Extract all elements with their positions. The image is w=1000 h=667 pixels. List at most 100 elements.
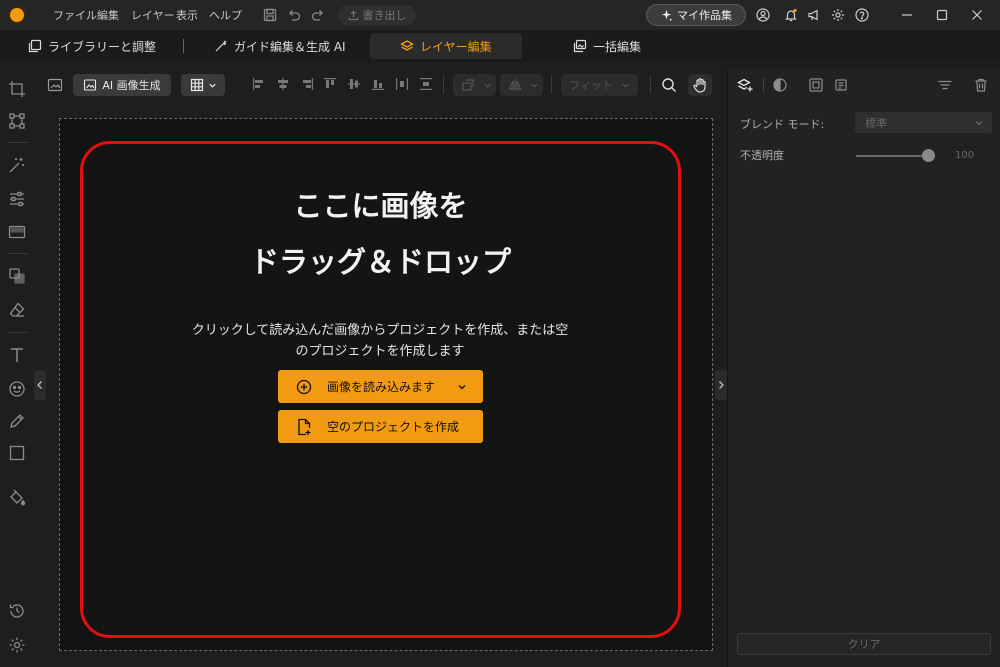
menu-edit[interactable]: 編集 — [97, 7, 119, 23]
rectangle-icon[interactable] — [8, 444, 26, 462]
opacity-slider-handle[interactable] — [922, 149, 935, 162]
menu-help[interactable]: ヘルプ — [209, 7, 242, 23]
adjust-icon[interactable] — [8, 190, 26, 208]
help-icon[interactable] — [855, 8, 869, 22]
undo-icon[interactable] — [286, 7, 302, 23]
crop-icon[interactable] — [8, 80, 26, 98]
arrange-dropdown[interactable] — [453, 74, 496, 96]
load-image-label: 画像を読み込みます — [327, 380, 436, 394]
drop-title-line2: ドラッグ＆ドロップ — [249, 245, 511, 279]
load-image-button[interactable]: 画像を読み込みます — [278, 370, 483, 403]
clear-button[interactable]: クリア — [737, 633, 991, 655]
magic-wand-icon[interactable] — [8, 156, 26, 174]
toolbar-separator — [551, 76, 552, 94]
panel-separator — [763, 78, 764, 92]
clear-label: クリア — [847, 638, 881, 651]
align-center-v-icon[interactable] — [347, 77, 361, 91]
tab-divider — [183, 39, 184, 53]
ai-image-generate-button[interactable]: AI 画像生成 — [73, 74, 171, 96]
batch-icon — [573, 39, 587, 53]
distribute-v-icon[interactable] — [419, 77, 433, 91]
menu-file[interactable]: ファイル — [53, 7, 97, 23]
hand-icon[interactable] — [688, 74, 712, 96]
drop-description-line1: クリックして読み込んだ画像からプロジェクトを作成、または空 — [191, 323, 569, 338]
grid-dropdown-button[interactable] — [181, 74, 225, 96]
export-label: 書き出し — [362, 9, 407, 22]
gear-icon[interactable] — [831, 8, 845, 22]
tab-library-label: ライブラリーと調整 — [48, 39, 157, 54]
align-center-h-icon[interactable] — [276, 77, 290, 91]
chevron-down-icon — [208, 83, 216, 88]
chevron-down-icon — [484, 83, 491, 88]
chevron-down-icon — [458, 384, 466, 389]
tab-layer-edit[interactable]: レイヤー編集 — [370, 33, 522, 59]
tool-separator — [7, 332, 27, 333]
menu-layer[interactable]: レイヤー — [131, 7, 175, 23]
my-works-button[interactable]: マイ作品集 — [646, 4, 746, 26]
my-works-label: マイ作品集 — [677, 9, 732, 22]
drop-title-line1: ここに画像を — [293, 189, 468, 223]
layer-style-icon[interactable] — [808, 77, 824, 93]
account-icon[interactable] — [756, 8, 770, 22]
maximize-icon[interactable] — [935, 8, 949, 22]
align-top-icon[interactable] — [323, 77, 337, 91]
flip-icon — [508, 79, 522, 91]
layers-icon — [400, 40, 414, 51]
layers-add-icon[interactable] — [737, 77, 753, 93]
opacity-label: 不透明度 — [740, 149, 784, 162]
text-icon[interactable] — [8, 346, 26, 364]
align-right-icon[interactable] — [300, 77, 314, 91]
settings-icon[interactable] — [8, 636, 26, 654]
opacity-slider-track[interactable] — [856, 155, 928, 157]
megaphone-icon[interactable] — [807, 8, 821, 22]
new-file-icon — [298, 418, 311, 435]
image-frame-icon[interactable] — [46, 74, 64, 96]
mask-icon[interactable] — [772, 77, 788, 93]
align-bottom-icon[interactable] — [371, 77, 385, 91]
eraser-icon[interactable] — [8, 301, 26, 319]
tab-guide-edit[interactable]: ガイド編集＆生成 AI — [214, 33, 346, 59]
history-icon[interactable] — [8, 602, 26, 620]
chevron-left-icon — [37, 381, 42, 389]
menu-view[interactable]: 表示 — [176, 7, 198, 23]
left-toolbar — [0, 70, 34, 667]
search-icon[interactable] — [660, 74, 678, 96]
chevron-down-icon — [975, 120, 983, 125]
redo-icon[interactable] — [310, 7, 326, 23]
export-icon — [348, 10, 358, 20]
title-bar: ファイル 編集 レイヤー 表示 ヘルプ 書き出し マイ作品集 — [0, 0, 1000, 30]
blend-mode-label: ブレンド モード: — [740, 118, 825, 131]
minimize-icon[interactable] — [900, 8, 914, 22]
blend-mode-value: 標準 — [865, 116, 887, 130]
new-project-button[interactable]: 空のプロジェクトを作成 — [278, 410, 483, 443]
opacity-value: 100 — [955, 150, 975, 161]
flip-dropdown[interactable] — [500, 74, 543, 96]
sticker-icon[interactable] — [8, 380, 26, 398]
new-project-label: 空のプロジェクトを作成 — [327, 420, 460, 434]
save-icon[interactable] — [262, 7, 278, 23]
grid-icon — [190, 78, 203, 92]
trash-icon[interactable] — [973, 77, 989, 93]
export-button[interactable]: 書き出し — [338, 5, 416, 25]
sort-filter-icon[interactable] — [937, 77, 953, 93]
tab-batch-edit[interactable]: 一括編集 — [573, 33, 641, 59]
collapse-left-panel-button[interactable] — [34, 370, 46, 400]
blend-mode-select[interactable]: 標準 — [855, 112, 992, 133]
align-left-icon[interactable] — [252, 77, 266, 91]
chevron-right-icon — [719, 381, 724, 389]
close-icon[interactable] — [970, 8, 984, 22]
clone-icon[interactable] — [8, 267, 26, 285]
library-icon — [28, 39, 42, 53]
layer-options-icon[interactable] — [834, 77, 850, 93]
tab-guide-edit-label: ガイド編集＆生成 AI — [234, 39, 346, 54]
gradient-icon[interactable] — [8, 223, 26, 241]
transform-icon[interactable] — [8, 112, 26, 130]
bell-icon[interactable] — [784, 8, 798, 22]
fit-dropdown[interactable]: フィット — [561, 74, 638, 96]
distribute-h-icon[interactable] — [395, 77, 409, 91]
pen-icon[interactable] — [8, 412, 26, 430]
collapse-right-panel-button[interactable] — [715, 370, 727, 400]
fill-icon[interactable] — [8, 488, 26, 506]
tab-library[interactable]: ライブラリーと調整 — [28, 33, 156, 59]
drop-description-line2: のプロジェクトを作成します — [295, 344, 465, 359]
